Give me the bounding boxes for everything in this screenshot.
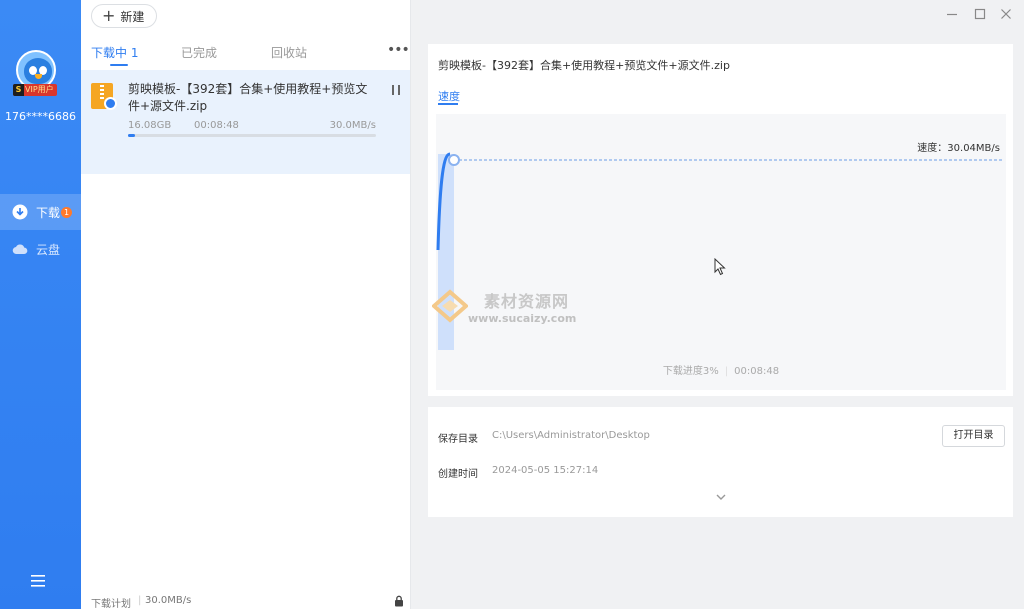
close-icon[interactable] (1000, 8, 1012, 20)
progress-percent-text: 下载进度3% (662, 366, 719, 377)
minimize-icon[interactable] (946, 8, 958, 20)
nav-download-label: 下载 (36, 205, 61, 220)
vip-mark: S (13, 84, 24, 96)
save-dir-label: 保存目录 (438, 434, 478, 445)
download-progress-fill (128, 134, 136, 137)
pause-icon[interactable] (392, 85, 400, 95)
watermark: 素材资源网 www.sucaizy.com (432, 286, 602, 330)
chart-progress-label: 下载进度3% | 00:08:48 (662, 366, 780, 377)
vip-badge: S VIP用户 (13, 84, 57, 96)
info-card: 保存目录 C:\Users\Administrator\Desktop 打开目录… (428, 407, 1013, 517)
sidebar: S VIP用户 176****6686 下载 1 云盘 (0, 0, 81, 609)
tab-downloading[interactable]: 下载中 1 (91, 44, 138, 61)
download-time-left: 00:08:48 (194, 120, 239, 131)
download-size: 16.08GB (128, 120, 172, 131)
download-item-name: 剪映模板-【392套】合集+使用教程+预览文件+源文件.zip (128, 82, 368, 113)
current-speed-label: 速度：30.04MB/s (917, 143, 1000, 154)
speed-current-point (448, 154, 460, 166)
user-phone: 176****6686 (5, 110, 76, 123)
speed-chart-svg (436, 152, 1004, 350)
chart-time-left: 00:08:48 (734, 366, 780, 377)
speed-chart: 速度：30.04MB/s 下载进度3% | 00:08:48 (436, 114, 1006, 390)
download-progress-bar (128, 134, 376, 137)
lock-icon[interactable] (393, 595, 405, 607)
more-icon[interactable]: ••• (387, 42, 410, 58)
plus-icon: + (102, 6, 116, 25)
cloud-icon (12, 244, 28, 255)
speed-card: 剪映模板-【392套】合集+使用教程+预览文件+源文件.zip 速度 速度：30… (428, 44, 1013, 396)
vip-badge-label: VIP用户 (25, 85, 54, 94)
created-time-value: 2024-05-05 15:27:14 (492, 465, 599, 476)
created-time-label: 创建时间 (438, 469, 478, 480)
new-task-label: 新建 (120, 9, 145, 24)
maximize-icon[interactable] (974, 8, 986, 20)
detail-file-title: 剪映模板-【392套】合集+使用教程+预览文件+源文件.zip (438, 59, 730, 72)
active-tab-indicator (110, 64, 128, 66)
download-icon (12, 204, 28, 220)
download-rate: 30.0MB/s (145, 595, 192, 606)
download-speed: 30.0MB/s (329, 120, 376, 131)
zip-file-icon (91, 83, 117, 111)
new-task-button[interactable]: + 新建 (91, 4, 158, 28)
avatar[interactable]: S VIP用户 (13, 50, 67, 96)
list-footer: 下载计划 | 30.0MB/s (81, 593, 411, 609)
download-count-badge: 1 (61, 206, 73, 218)
open-directory-button[interactable]: 打开目录 (942, 425, 1005, 447)
save-dir-value: C:\Users\Administrator\Desktop (492, 430, 650, 441)
chevron-down-icon[interactable] (716, 493, 726, 501)
watermark-logo-icon (432, 289, 468, 323)
watermark-url: www.sucaizy.com (468, 312, 577, 325)
nav-cloud-label: 云盘 (36, 242, 61, 257)
list-tabs: 下载中 1 已完成 回收站 ••• (81, 40, 411, 68)
menu-icon[interactable] (30, 574, 46, 588)
nav-item-download[interactable]: 下载 1 (0, 194, 81, 230)
tab-recycle-bin[interactable]: 回收站 (271, 44, 307, 61)
tab-completed[interactable]: 已完成 (181, 44, 217, 61)
download-plan-link[interactable]: 下载计划 (91, 595, 131, 609)
footer-separator: | (138, 595, 142, 606)
download-list-panel: + 新建 下载中 1 已完成 回收站 ••• 剪映模板-【392套】合集+使用教… (81, 0, 411, 609)
speed-tab-indicator (438, 103, 458, 105)
nav-item-cloud[interactable]: 云盘 (0, 231, 81, 267)
watermark-cn: 素材资源网 (484, 292, 570, 311)
mouse-cursor-icon (714, 258, 726, 276)
tab-speed[interactable]: 速度 (438, 88, 460, 104)
download-item[interactable]: 剪映模板-【392套】合集+使用教程+预览文件+源文件.zip 16.08GB … (81, 70, 410, 174)
